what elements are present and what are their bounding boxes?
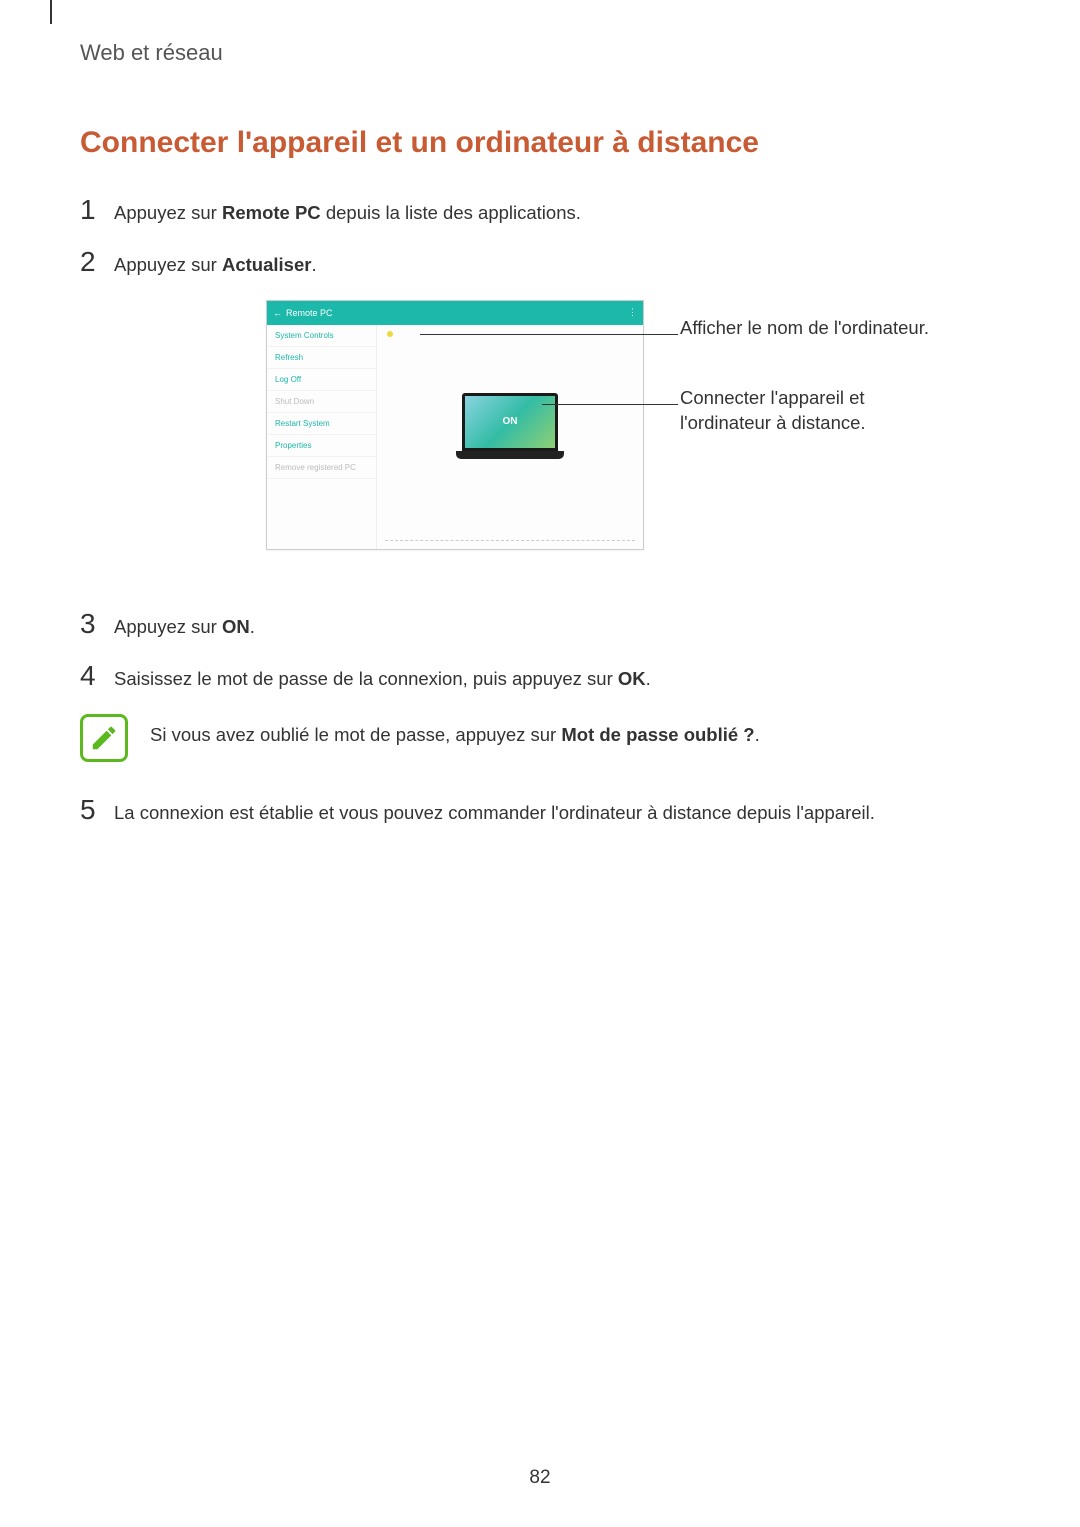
step-number: 4	[80, 662, 114, 690]
step-number: 1	[80, 196, 114, 224]
screenshot-header: Remote PC ⋮	[267, 301, 643, 325]
text-fragment: .	[755, 724, 760, 745]
step-text: La connexion est établie et vous pouvez …	[114, 796, 875, 826]
text-bold: OK	[618, 668, 646, 689]
text-fragment: Appuyez sur	[114, 202, 222, 223]
screenshot-title: Remote PC	[273, 308, 333, 318]
page-number: 82	[0, 1467, 1080, 1489]
screenshot-main: ON	[377, 325, 643, 549]
sidebar-item: Shut Down	[267, 391, 376, 413]
section-header: Web et réseau	[80, 40, 1000, 66]
step-text: Appuyez sur Remote PC depuis la liste de…	[114, 196, 581, 226]
step-text: Saisissez le mot de passe de la connexio…	[114, 662, 651, 692]
laptop-screen: ON	[462, 393, 558, 451]
text-bold: ON	[222, 616, 250, 637]
diagram: Remote PC ⋮ System Controls Refresh Log …	[80, 300, 1000, 580]
sidebar-item: Refresh	[267, 347, 376, 369]
status-dot-icon	[387, 331, 393, 337]
step-text: Appuyez sur Actualiser.	[114, 248, 317, 278]
text-fragment: .	[646, 668, 651, 689]
callout-line	[542, 404, 678, 405]
callout-line	[420, 334, 678, 335]
step-number: 5	[80, 796, 114, 824]
text-fragment: Appuyez sur	[114, 254, 222, 275]
text-bold: Mot de passe oublié ?	[561, 724, 754, 745]
sidebar-item: Log Off	[267, 369, 376, 391]
note-icon	[80, 714, 128, 762]
text-fragment: Si vous avez oublié le mot de passe, app…	[150, 724, 561, 745]
screenshot-sidebar: System Controls Refresh Log Off Shut Dow…	[267, 325, 377, 549]
laptop-base	[456, 451, 564, 459]
text-bold: Actualiser	[222, 254, 311, 275]
laptop-icon: ON	[456, 393, 564, 459]
step-1: 1 Appuyez sur Remote PC depuis la liste …	[80, 196, 1000, 226]
step-4: 4 Saisissez le mot de passe de la connex…	[80, 662, 1000, 692]
screenshot-menu-icon: ⋮	[628, 307, 637, 318]
pc-status	[387, 331, 397, 337]
note: Si vous avez oublié le mot de passe, app…	[80, 714, 1000, 762]
text-fragment: depuis la liste des applications.	[321, 202, 581, 223]
callout-pc-name: Afficher le nom de l'ordinateur.	[680, 316, 930, 341]
step-number: 2	[80, 248, 114, 276]
note-text: Si vous avez oublié le mot de passe, app…	[150, 714, 760, 746]
step-5: 5 La connexion est établie et vous pouve…	[80, 796, 1000, 826]
sidebar-item: System Controls	[267, 325, 376, 347]
sidebar-item: Remove registered PC	[267, 457, 376, 479]
text-fragment: Appuyez sur	[114, 616, 222, 637]
text-bold: Remote PC	[222, 202, 321, 223]
laptop-on-label: ON	[503, 416, 518, 427]
app-screenshot: Remote PC ⋮ System Controls Refresh Log …	[266, 300, 644, 550]
dotted-divider	[385, 540, 635, 541]
step-3: 3 Appuyez sur ON.	[80, 610, 1000, 640]
step-2: 2 Appuyez sur Actualiser.	[80, 248, 1000, 278]
crop-mark	[50, 0, 52, 24]
callout-connect: Connecter l'appareil et l'ordinateur à d…	[680, 386, 960, 436]
page-title: Connecter l'appareil et un ordinateur à …	[80, 126, 1000, 160]
text-fragment: .	[311, 254, 316, 275]
sidebar-item: Restart System	[267, 413, 376, 435]
pencil-icon	[89, 723, 119, 753]
sidebar-item: Properties	[267, 435, 376, 457]
step-number: 3	[80, 610, 114, 638]
step-text: Appuyez sur ON.	[114, 610, 255, 640]
text-fragment: Saisissez le mot de passe de la connexio…	[114, 668, 618, 689]
text-fragment: .	[250, 616, 255, 637]
